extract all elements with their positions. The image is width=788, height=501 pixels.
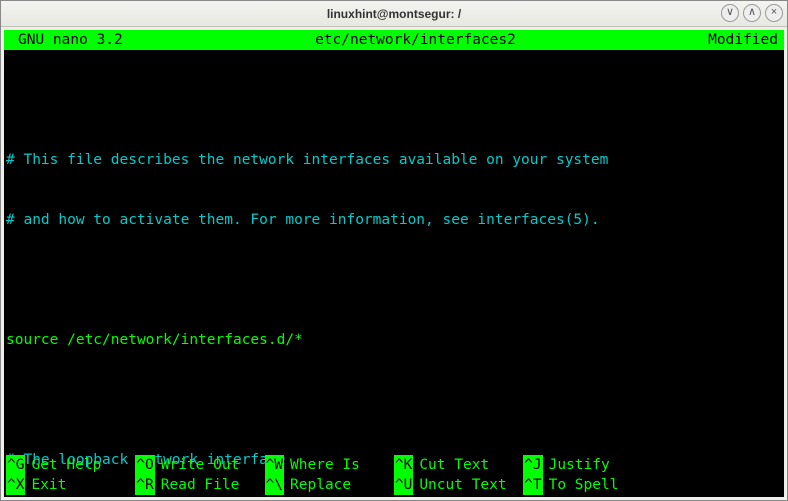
shortcut-read-file[interactable]: ^RRead File	[135, 475, 264, 495]
terminal-body[interactable]: GNU nano 3.2 etc/network/interfaces2 Mod…	[4, 30, 784, 497]
config-line: source /etc/network/interfaces.d/*	[6, 330, 782, 350]
shortcut-to-spell[interactable]: ^TTo Spell	[523, 475, 652, 495]
terminal-window: linuxhint@montsegur: / ∨ ∧ × GNU nano 3.…	[0, 0, 788, 501]
nano-filename: etc/network/interfaces2	[123, 30, 708, 50]
shortcut-write-out[interactable]: ^OWrite Out	[135, 455, 264, 475]
shortcut-cut-text[interactable]: ^KCut Text	[394, 455, 523, 475]
nano-version: GNU nano 3.2	[8, 30, 123, 50]
window-titlebar: linuxhint@montsegur: / ∨ ∧ ×	[1, 1, 787, 27]
minimize-button[interactable]: ∨	[721, 4, 739, 22]
comment-line: # This file describes the network interf…	[6, 150, 782, 170]
shortcut-exit[interactable]: ^XExit	[6, 475, 135, 495]
shortcut-replace[interactable]: ^\Replace	[265, 475, 394, 495]
comment-line: # and how to activate them. For more inf…	[6, 210, 782, 230]
nano-status: Modified	[708, 30, 780, 50]
editor-content[interactable]: # This file describes the network interf…	[4, 50, 784, 497]
maximize-button[interactable]: ∧	[743, 4, 761, 22]
shortcut-where-is[interactable]: ^WWhere Is	[265, 455, 394, 475]
shortcut-row-2: ^XExit ^RRead File ^\Replace ^UUncut Tex…	[6, 475, 782, 495]
shortcut-justify[interactable]: ^JJustify	[523, 455, 652, 475]
close-button[interactable]: ×	[765, 4, 783, 22]
shortcut-get-help[interactable]: ^GGet Help	[6, 455, 135, 475]
nano-shortcut-bar: ^GGet Help ^OWrite Out ^WWhere Is ^KCut …	[4, 455, 784, 497]
shortcut-row-1: ^GGet Help ^OWrite Out ^WWhere Is ^KCut …	[6, 455, 782, 475]
window-title: linuxhint@montsegur: /	[1, 7, 787, 21]
nano-header: GNU nano 3.2 etc/network/interfaces2 Mod…	[4, 30, 784, 50]
window-controls: ∨ ∧ ×	[721, 4, 783, 22]
shortcut-uncut-text[interactable]: ^UUncut Text	[394, 475, 523, 495]
